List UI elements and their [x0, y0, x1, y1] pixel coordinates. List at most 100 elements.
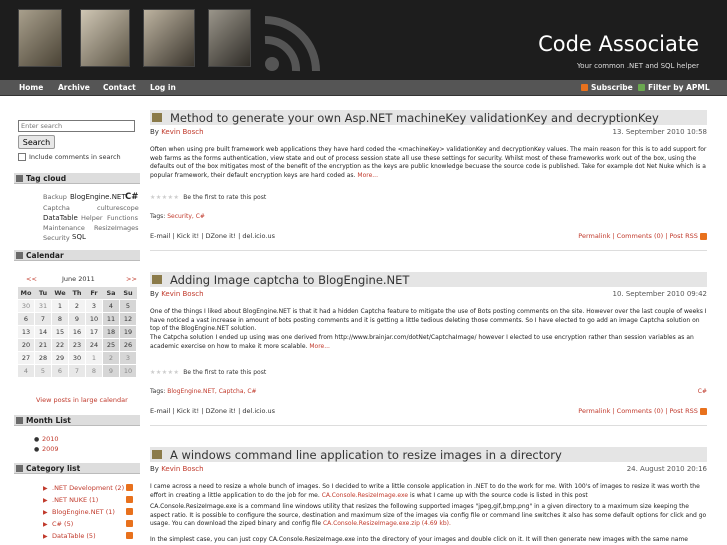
- calendar-day[interactable]: 23: [68, 337, 86, 352]
- calendar-day[interactable]: 5: [34, 363, 52, 378]
- calendar-day[interactable]: 26: [119, 337, 137, 352]
- post-share-links[interactable]: E-mail | Kick it! | DZone it! | del.icio…: [150, 232, 275, 240]
- calendar-day[interactable]: 4: [17, 363, 35, 378]
- category-item[interactable]: C# (5): [52, 520, 73, 528]
- calendar-day[interactable]: 27: [17, 350, 35, 365]
- calendar-day[interactable]: 21: [34, 337, 52, 352]
- tag-link[interactable]: Backup: [43, 193, 67, 201]
- large-calendar-link[interactable]: View posts in large calendar: [36, 396, 128, 404]
- calendar-day[interactable]: 4: [102, 298, 120, 313]
- tag-link[interactable]: culturescope: [97, 204, 139, 212]
- calendar-day[interactable]: 10: [119, 363, 137, 378]
- nav-filter-apml[interactable]: Filter by APML: [648, 83, 710, 92]
- calendar-day[interactable]: 25: [102, 337, 120, 352]
- calendar-day[interactable]: 5: [119, 298, 137, 313]
- tag-link[interactable]: ResizeImages: [94, 224, 139, 232]
- calendar-day[interactable]: 13: [17, 324, 35, 339]
- more-link[interactable]: More...: [357, 172, 378, 179]
- calendar-day[interactable]: 1: [85, 350, 103, 365]
- nav-subscribe[interactable]: Subscribe: [591, 83, 633, 92]
- download-link[interactable]: CA.Console.ResizeImage.exe: [322, 492, 408, 499]
- author-link[interactable]: Kevin Bosch: [161, 128, 203, 136]
- calendar-day[interactable]: 20: [17, 337, 35, 352]
- calendar-day[interactable]: 28: [34, 350, 52, 365]
- rss-icon[interactable]: [126, 508, 133, 515]
- site-title[interactable]: Code Associate: [538, 32, 699, 56]
- more-link[interactable]: More...: [309, 343, 330, 350]
- tag-link[interactable]: C#: [125, 192, 138, 202]
- post-title[interactable]: Method to generate your own Asp.NET mach…: [170, 111, 659, 125]
- post-title[interactable]: Adding Image captcha to BlogEngine.NET: [170, 273, 409, 287]
- calendar-day[interactable]: 18: [102, 324, 120, 339]
- calendar-day[interactable]: 8: [51, 311, 69, 326]
- calendar-day[interactable]: 31: [34, 298, 52, 313]
- nav-archive[interactable]: Archive: [58, 83, 90, 92]
- tag-link[interactable]: DataTable: [43, 214, 78, 222]
- rating-stars[interactable]: ★★★★★: [150, 369, 179, 376]
- calendar-day[interactable]: 10: [85, 311, 103, 326]
- calendar-day[interactable]: 3: [85, 298, 103, 313]
- calendar-day[interactable]: 2: [68, 298, 86, 313]
- nav-home[interactable]: Home: [19, 83, 43, 92]
- calendar-day[interactable]: 16: [68, 324, 86, 339]
- tag-link[interactable]: SQL: [72, 233, 86, 241]
- category-item[interactable]: BlogEngine.NET (1): [52, 508, 115, 516]
- calendar-day[interactable]: 12: [119, 311, 137, 326]
- calendar-day[interactable]: 24: [85, 337, 103, 352]
- calendar-day[interactable]: 9: [102, 363, 120, 378]
- author-link[interactable]: Kevin Bosch: [161, 290, 203, 298]
- month-item[interactable]: 2009: [42, 445, 59, 453]
- post-title[interactable]: A windows command line application to re…: [170, 448, 562, 462]
- tag-link[interactable]: Maintenance: [43, 224, 85, 232]
- rss-icon[interactable]: [700, 232, 707, 240]
- calendar-day[interactable]: 14: [34, 324, 52, 339]
- calendar-day[interactable]: 22: [51, 337, 69, 352]
- tag-link[interactable]: Security: [43, 234, 70, 242]
- search-button[interactable]: Search: [18, 135, 55, 149]
- post-share-links[interactable]: E-mail | Kick it! | DZone it! | del.icio…: [150, 407, 275, 415]
- calendar-day[interactable]: 29: [51, 350, 69, 365]
- rss-icon[interactable]: [126, 484, 133, 491]
- calendar-day[interactable]: 6: [51, 363, 69, 378]
- rss-icon[interactable]: [126, 532, 133, 539]
- post-permalink[interactable]: Permalink | Comments (0) | Post RSS: [578, 232, 698, 240]
- calendar-day[interactable]: 1: [51, 298, 69, 313]
- category-item[interactable]: .NET NUKE (1): [52, 496, 98, 504]
- rss-icon[interactable]: [126, 496, 133, 503]
- month-item[interactable]: 2010: [42, 435, 59, 443]
- tag-link[interactable]: Security, C#: [167, 213, 205, 220]
- author-link[interactable]: Kevin Bosch: [161, 465, 203, 473]
- tag-link[interactable]: Helper: [81, 214, 103, 222]
- include-comments-checkbox[interactable]: [18, 153, 26, 161]
- rating-stars[interactable]: ★★★★★: [150, 194, 179, 201]
- calendar-day[interactable]: 8: [85, 363, 103, 378]
- nav-login[interactable]: Log in: [150, 83, 176, 92]
- tag-link[interactable]: Functions: [107, 214, 138, 222]
- category-item[interactable]: .NET Development (2): [52, 484, 124, 492]
- calendar-day[interactable]: 2: [102, 350, 120, 365]
- calendar-prev[interactable]: <<: [26, 275, 37, 283]
- post-permalink[interactable]: Permalink | Comments (0) | Post RSS: [578, 407, 698, 415]
- search-input[interactable]: [18, 120, 135, 132]
- calendar-day[interactable]: 17: [85, 324, 103, 339]
- calendar-day[interactable]: 30: [17, 298, 35, 313]
- calendar-day[interactable]: 6: [17, 311, 35, 326]
- calendar-day[interactable]: 7: [68, 363, 86, 378]
- zip-link[interactable]: CA.Console.ResizeImage.exe.zip (4.69 kb)…: [323, 520, 451, 527]
- calendar-day[interactable]: 3: [119, 350, 137, 365]
- category-item[interactable]: DataTable (5): [52, 532, 96, 540]
- rss-icon[interactable]: [700, 407, 707, 415]
- rss-icon[interactable]: [126, 520, 133, 527]
- calendar-day[interactable]: 11: [102, 311, 120, 326]
- calendar-day[interactable]: 9: [68, 311, 86, 326]
- calendar-next[interactable]: >>: [126, 275, 137, 283]
- calendar-day[interactable]: 19: [119, 324, 137, 339]
- nav-contact[interactable]: Contact: [103, 83, 136, 92]
- calendar-day[interactable]: 7: [34, 311, 52, 326]
- calendar-day[interactable]: 30: [68, 350, 86, 365]
- tag-link[interactable]: BlogEngine.NET, Captcha, C#: [167, 388, 256, 395]
- calendar-day[interactable]: 15: [51, 324, 69, 339]
- tag-link[interactable]: BlogEngine.NET: [70, 193, 126, 201]
- tag-link[interactable]: C#: [698, 388, 707, 395]
- tag-link[interactable]: Captcha: [43, 204, 70, 212]
